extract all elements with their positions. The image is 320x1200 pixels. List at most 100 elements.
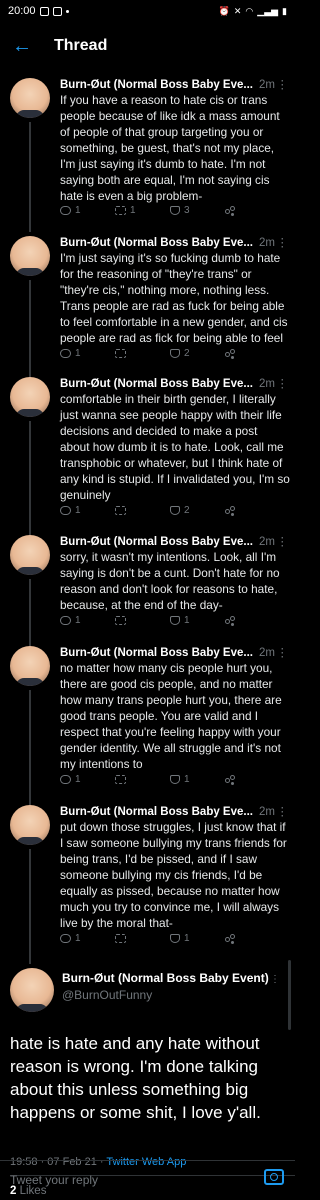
reply-count: 1	[75, 774, 81, 785]
app-notification-icon	[52, 6, 62, 16]
reply-button[interactable]: 1	[60, 933, 115, 944]
reply-input[interactable]: Tweet your reply	[10, 1173, 98, 1187]
like-button[interactable]: 2	[170, 505, 225, 516]
retweet-button[interactable]	[115, 934, 170, 943]
tweet-author[interactable]: Burn-Øut (Normal Boss Baby Eve...	[60, 805, 253, 819]
more-icon[interactable]: ⋮	[270, 974, 280, 985]
thread-line	[29, 280, 31, 380]
thread-tweet[interactable]: Burn-Øut (Normal Boss Baby Eve... 2m ⋮ If …	[0, 78, 295, 232]
like-button[interactable]: 2	[170, 348, 225, 359]
tweet-text: comfortable in their birth gender, I lit…	[60, 392, 290, 502]
like-icon	[170, 206, 180, 215]
retweet-icon	[115, 775, 126, 784]
reply-icon	[60, 506, 71, 515]
tweet-text: no matter how many cis people hurt you, …	[60, 661, 282, 771]
thread-line	[29, 579, 31, 649]
reply-count: 1	[75, 933, 81, 944]
more-icon[interactable]: ⋮	[277, 535, 290, 549]
battery-icon: ▮	[282, 5, 287, 16]
thread-line	[29, 690, 31, 810]
retweet-icon	[115, 349, 126, 358]
thread-tweet[interactable]: Burn-Øut (Normal Boss Baby Eve... 2m ⋮ no …	[0, 646, 295, 810]
share-button[interactable]	[225, 933, 280, 944]
share-button[interactable]	[225, 348, 280, 359]
scrollbar[interactable]	[288, 960, 291, 1030]
tweet-author[interactable]: Burn-Øut (Normal Boss Baby Eve...	[60, 535, 253, 549]
reply-button[interactable]: 1	[60, 774, 115, 785]
reply-icon	[60, 934, 71, 943]
main-tweet-author[interactable]: Burn-Øut (Normal Boss Baby Event)	[62, 971, 269, 985]
avatar[interactable]	[10, 377, 50, 417]
tweet-author[interactable]: Burn-Øut (Normal Boss Baby Eve...	[60, 377, 253, 391]
tweet-text: put down those struggles, I just know th…	[60, 820, 287, 930]
like-count: 1	[184, 615, 190, 626]
tweet-author[interactable]: Burn-Øut (Normal Boss Baby Eve...	[60, 236, 253, 250]
notification-icon	[39, 6, 49, 16]
like-count: 1	[184, 774, 190, 785]
thread-tweet[interactable]: Burn-Øut (Normal Boss Baby Eve... 2m ⋮ com…	[0, 377, 295, 536]
more-icon[interactable]: ⋮	[277, 646, 290, 660]
more-icon[interactable]: ⋮	[277, 78, 290, 92]
reply-button[interactable]: 1	[60, 505, 115, 516]
share-button[interactable]	[225, 774, 280, 785]
tweet-time: 2m	[258, 378, 275, 390]
share-button[interactable]	[225, 615, 280, 626]
retweet-button[interactable]	[115, 506, 170, 515]
like-icon	[170, 775, 180, 784]
share-button[interactable]	[225, 205, 280, 216]
like-count: 2	[184, 348, 190, 359]
tweet-text: If you have a reason to hate cis or tran…	[60, 93, 280, 203]
like-button[interactable]: 3	[170, 205, 225, 216]
wifi-icon: ◠	[245, 5, 254, 16]
like-icon	[170, 506, 180, 515]
status-time: 20:00	[8, 5, 36, 17]
share-icon	[225, 348, 235, 359]
retweet-icon	[115, 934, 126, 943]
like-button[interactable]: 1	[170, 615, 225, 626]
share-icon	[225, 615, 235, 626]
mute-icon: ✕	[233, 5, 242, 16]
thread-line	[29, 849, 31, 964]
thread-tweet[interactable]: Burn-Øut (Normal Boss Baby Eve... 2m ⋮ put…	[0, 805, 295, 964]
like-button[interactable]: 1	[170, 774, 225, 785]
retweet-button[interactable]	[115, 616, 170, 625]
back-arrow-icon[interactable]: ←	[12, 35, 36, 58]
reply-count: 1	[75, 348, 81, 359]
avatar[interactable]	[10, 78, 50, 118]
reply-button[interactable]: 1	[60, 205, 115, 216]
more-icon[interactable]: ⋮	[277, 236, 290, 250]
reply-button[interactable]: 1	[60, 348, 115, 359]
tweet-author[interactable]: Burn-Øut (Normal Boss Baby Eve...	[60, 78, 253, 92]
tweet-text: I'm just saying it's so fucking dumb to …	[60, 251, 288, 345]
share-button[interactable]	[225, 505, 280, 516]
like-icon	[170, 934, 180, 943]
more-icon[interactable]: ⋮	[277, 805, 290, 819]
reply-icon	[60, 775, 71, 784]
reply-button[interactable]: 1	[60, 615, 115, 626]
retweet-icon	[115, 206, 126, 215]
camera-icon[interactable]	[264, 1169, 284, 1185]
avatar[interactable]	[10, 535, 50, 575]
retweet-button[interactable]: 1	[115, 205, 170, 216]
reply-count: 1	[75, 505, 81, 516]
thread-tweet[interactable]: Burn-Øut (Normal Boss Baby Eve... 2m ⋮ I'm…	[0, 236, 295, 380]
retweet-button[interactable]	[115, 775, 170, 784]
main-tweet-handle[interactable]: @BurnOutFunny	[62, 988, 152, 1002]
alarm-icon: ⏰	[218, 5, 230, 16]
retweet-icon	[115, 506, 126, 515]
avatar[interactable]	[10, 236, 50, 276]
reply-icon	[60, 349, 71, 358]
retweet-button[interactable]	[115, 349, 170, 358]
signal-icon: ▁▃▅	[257, 5, 279, 16]
like-count: 3	[184, 205, 190, 216]
avatar[interactable]	[10, 646, 50, 686]
reply-icon	[60, 616, 71, 625]
avatar[interactable]	[10, 805, 50, 845]
main-tweet-text: hate is hate and any hate without reason…	[10, 1034, 261, 1122]
tweet-time: 2m	[258, 536, 275, 548]
like-button[interactable]: 1	[170, 933, 225, 944]
tweet-author[interactable]: Burn-Øut (Normal Boss Baby Eve...	[60, 646, 253, 660]
thread-tweet[interactable]: Burn-Øut (Normal Boss Baby Eve... 2m ⋮ sor…	[0, 535, 295, 649]
more-icon[interactable]: ⋮	[277, 377, 290, 391]
avatar[interactable]	[10, 968, 54, 1012]
